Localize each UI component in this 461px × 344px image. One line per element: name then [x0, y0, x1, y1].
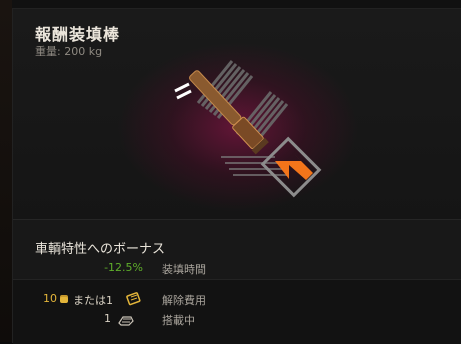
bonus-heading: 車輌特性へのボーナス [35, 242, 166, 257]
bonus-section: 車輌特性へのボーナス -12.5% 装填時間 [13, 219, 461, 280]
mounted-label: 搭載中 [162, 314, 195, 327]
bonus-label: 装填時間 [162, 263, 206, 276]
demount-cost-row: 10 または1 解除費用 [13, 292, 461, 310]
demount-or-text: または1 [73, 294, 113, 307]
tank-gear-icon [118, 316, 134, 326]
equipment-artwork: 報酬装填棒 重量: 200 kg [13, 9, 461, 219]
mounted-count: 1 [104, 312, 111, 325]
equipment-tooltip: 報酬装填棒 重量: 200 kg 車輌特性へのボーナス -12.5% 装填時間 … [12, 8, 461, 344]
bonus-value: -12.5% [104, 261, 143, 274]
gold-coin-icon [60, 297, 68, 303]
demount-cost-label: 解除費用 [162, 294, 206, 307]
mounted-row: 1 搭載中 [13, 312, 461, 330]
item-weight: 重量: 200 kg [35, 45, 103, 58]
background-edge [0, 0, 12, 342]
equals-tag-icon [174, 82, 192, 100]
demount-gold-amount: 10 [43, 292, 57, 305]
costs-section: 10 または1 解除費用 1 搭載中 [13, 279, 461, 344]
ticket-icon [126, 292, 141, 306]
item-title: 報酬装填棒 [35, 25, 121, 44]
